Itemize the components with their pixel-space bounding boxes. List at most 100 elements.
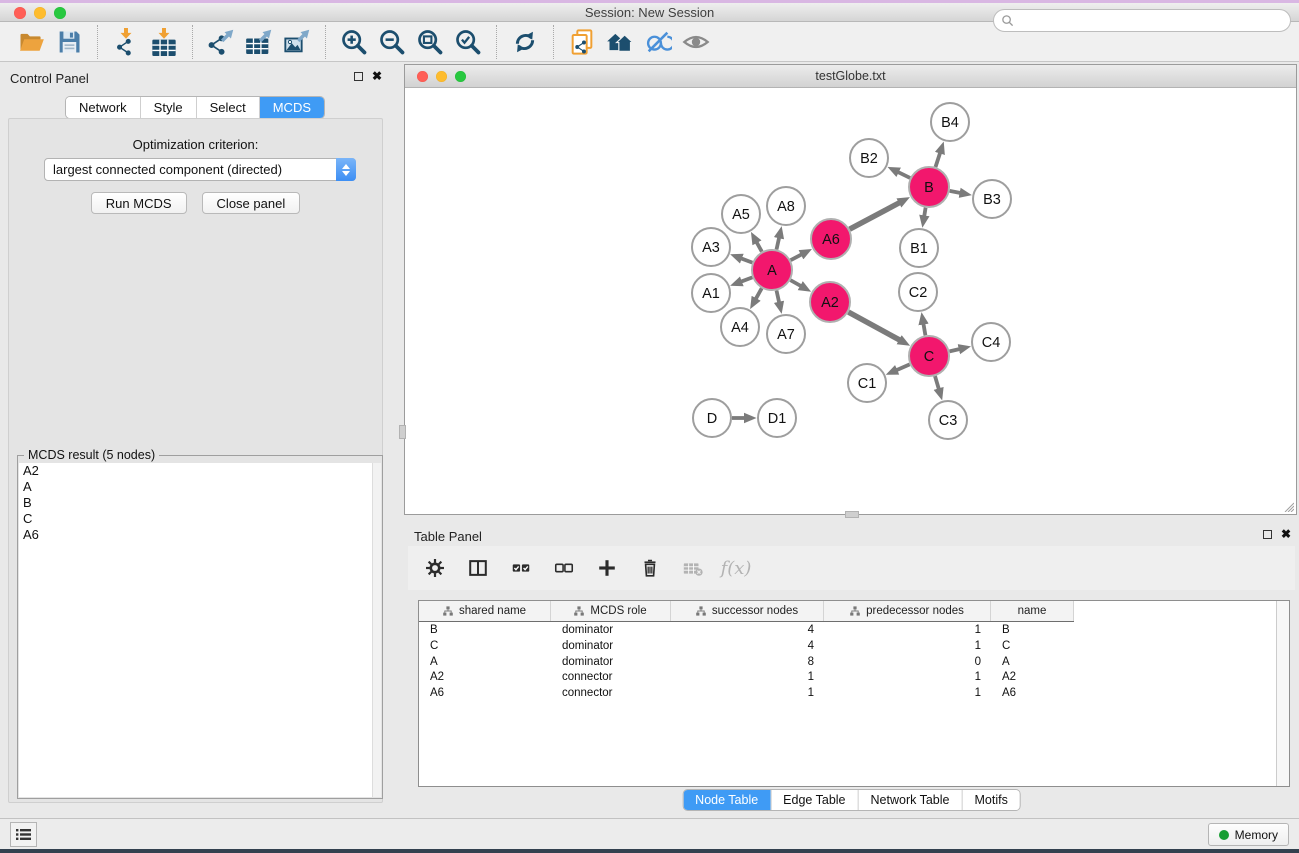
tab-style[interactable]: Style [140, 97, 196, 118]
close-table-panel-icon[interactable]: ✖ [1281, 529, 1291, 539]
network-node-A1[interactable]: A1 [692, 274, 730, 312]
add-column-icon[interactable] [594, 555, 620, 581]
network-node-A7[interactable]: A7 [767, 315, 805, 353]
result-item[interactable]: C [19, 511, 381, 527]
horizontal-split-handle[interactable] [845, 511, 859, 518]
search-field[interactable] [993, 9, 1291, 32]
column-header-predecessor-nodes[interactable]: predecessor nodes [824, 601, 991, 621]
network-node-A6[interactable]: A6 [811, 219, 851, 259]
close-panel-icon[interactable]: ✖ [372, 71, 382, 81]
save-session-icon[interactable] [54, 27, 84, 57]
result-item[interactable]: A2 [19, 463, 381, 479]
edge-C-C2[interactable] [923, 324, 925, 336]
node-table[interactable]: shared name MCDS role successor nodes pr… [418, 600, 1290, 787]
import-table-icon[interactable] [149, 27, 179, 57]
table-row[interactable]: A6connector11A6 [419, 686, 1276, 702]
vertical-split-handle[interactable] [399, 425, 406, 439]
table-row[interactable]: A2connector11A2 [419, 670, 1276, 686]
close-panel-button[interactable]: Close panel [202, 192, 301, 214]
tab-network-table[interactable]: Network Table [858, 790, 962, 810]
network-node-A3[interactable]: A3 [692, 228, 730, 266]
split-column-icon[interactable] [465, 555, 491, 581]
refresh-view-icon[interactable] [510, 27, 540, 57]
clone-network-icon[interactable] [567, 27, 597, 57]
edge-A-A3[interactable] [741, 258, 753, 262]
export-image-icon[interactable] [282, 27, 312, 57]
zoom-in-icon[interactable] [339, 27, 369, 57]
result-item[interactable]: B [19, 495, 381, 511]
network-node-A[interactable]: A [752, 250, 792, 290]
column-header-successor-nodes[interactable]: successor nodes [671, 601, 824, 621]
import-network-icon[interactable] [111, 27, 141, 57]
result-item[interactable]: A6 [19, 527, 381, 543]
edge-A6-B[interactable] [850, 203, 900, 230]
home-layout-icon[interactable] [605, 27, 635, 57]
table-row[interactable]: Cdominator41C [419, 639, 1276, 655]
tab-select[interactable]: Select [196, 97, 259, 118]
network-node-C4[interactable]: C4 [972, 323, 1010, 361]
network-canvas[interactable]: B4 B2 B B3 A8 A5 A6 A3 B1 A A1 C2 A2 A4 … [405, 89, 1296, 514]
column-header-shared-name[interactable]: shared name [419, 601, 551, 621]
column-header-MCDS-role[interactable]: MCDS role [551, 601, 671, 621]
edge-A-A2[interactable] [790, 280, 801, 286]
network-node-B2[interactable]: B2 [850, 139, 888, 177]
select-all-icon[interactable] [508, 555, 534, 581]
tab-edge-table[interactable]: Edge Table [770, 790, 857, 810]
network-node-C1[interactable]: C1 [848, 364, 886, 402]
export-network-icon[interactable] [206, 27, 236, 57]
edge-B-B2[interactable] [898, 172, 910, 178]
edge-A2-C[interactable] [848, 312, 900, 340]
deselect-all-icon[interactable] [551, 555, 577, 581]
network-node-A2[interactable]: A2 [810, 282, 850, 322]
export-table-icon[interactable] [244, 27, 274, 57]
eye-icon[interactable] [681, 27, 711, 57]
task-history-button[interactable] [10, 822, 37, 847]
search-input[interactable] [1014, 11, 1290, 30]
tab-network[interactable]: Network [66, 97, 140, 118]
column-header-name[interactable]: name [991, 601, 1074, 621]
edge-C-C3[interactable] [935, 376, 939, 389]
tab-node-table[interactable]: Node Table [683, 790, 770, 810]
edge-C-C4[interactable] [950, 349, 960, 351]
network-node-A4[interactable]: A4 [721, 308, 759, 346]
edge-A-A1[interactable] [741, 277, 753, 281]
float-panel-icon[interactable] [354, 72, 363, 81]
edge-A-A7[interactable] [777, 291, 780, 303]
tab-motifs[interactable]: Motifs [961, 790, 1019, 810]
result-item[interactable]: A [19, 479, 381, 495]
edge-A-A4[interactable] [756, 288, 762, 299]
edge-B-B3[interactable] [950, 191, 961, 193]
edge-A-A6[interactable] [791, 254, 802, 260]
network-node-B4[interactable]: B4 [931, 103, 969, 141]
run-mcds-button[interactable]: Run MCDS [91, 192, 187, 214]
network-window-titlebar[interactable]: testGlobe.txt [405, 65, 1296, 88]
table-row[interactable]: Bdominator41B [419, 623, 1276, 639]
network-node-A8[interactable]: A8 [767, 187, 805, 225]
table-row[interactable]: Adominator80A [419, 655, 1276, 671]
edge-A-A8[interactable] [777, 237, 780, 249]
resize-grip-icon[interactable] [1282, 500, 1294, 512]
network-node-B1[interactable]: B1 [900, 229, 938, 267]
network-node-A5[interactable]: A5 [722, 195, 760, 233]
criterion-dropdown[interactable]: largest connected component (directed) [44, 158, 356, 181]
network-node-B3[interactable]: B3 [973, 180, 1011, 218]
result-scrollbar[interactable] [372, 463, 381, 797]
edge-C-C1[interactable] [896, 364, 909, 370]
edge-B-B4[interactable] [936, 153, 941, 168]
gear-icon[interactable] [422, 555, 448, 581]
network-node-B[interactable]: B [909, 167, 949, 207]
tab-mcds[interactable]: MCDS [259, 97, 324, 118]
delete-column-icon[interactable] [637, 555, 663, 581]
edge-B-B1[interactable] [924, 208, 925, 217]
network-node-C[interactable]: C [909, 336, 949, 376]
network-node-D1[interactable]: D1 [758, 399, 796, 437]
zoom-out-icon[interactable] [377, 27, 407, 57]
zoom-selected-icon[interactable] [453, 27, 483, 57]
network-node-C3[interactable]: C3 [929, 401, 967, 439]
open-session-icon[interactable] [16, 27, 46, 57]
label-visibility-icon[interactable] [643, 27, 673, 57]
float-table-panel-icon[interactable] [1263, 530, 1272, 539]
network-node-C2[interactable]: C2 [899, 273, 937, 311]
table-scrollbar[interactable] [1276, 601, 1289, 786]
mcds-result-list[interactable]: A2ABCA6 [19, 463, 381, 797]
